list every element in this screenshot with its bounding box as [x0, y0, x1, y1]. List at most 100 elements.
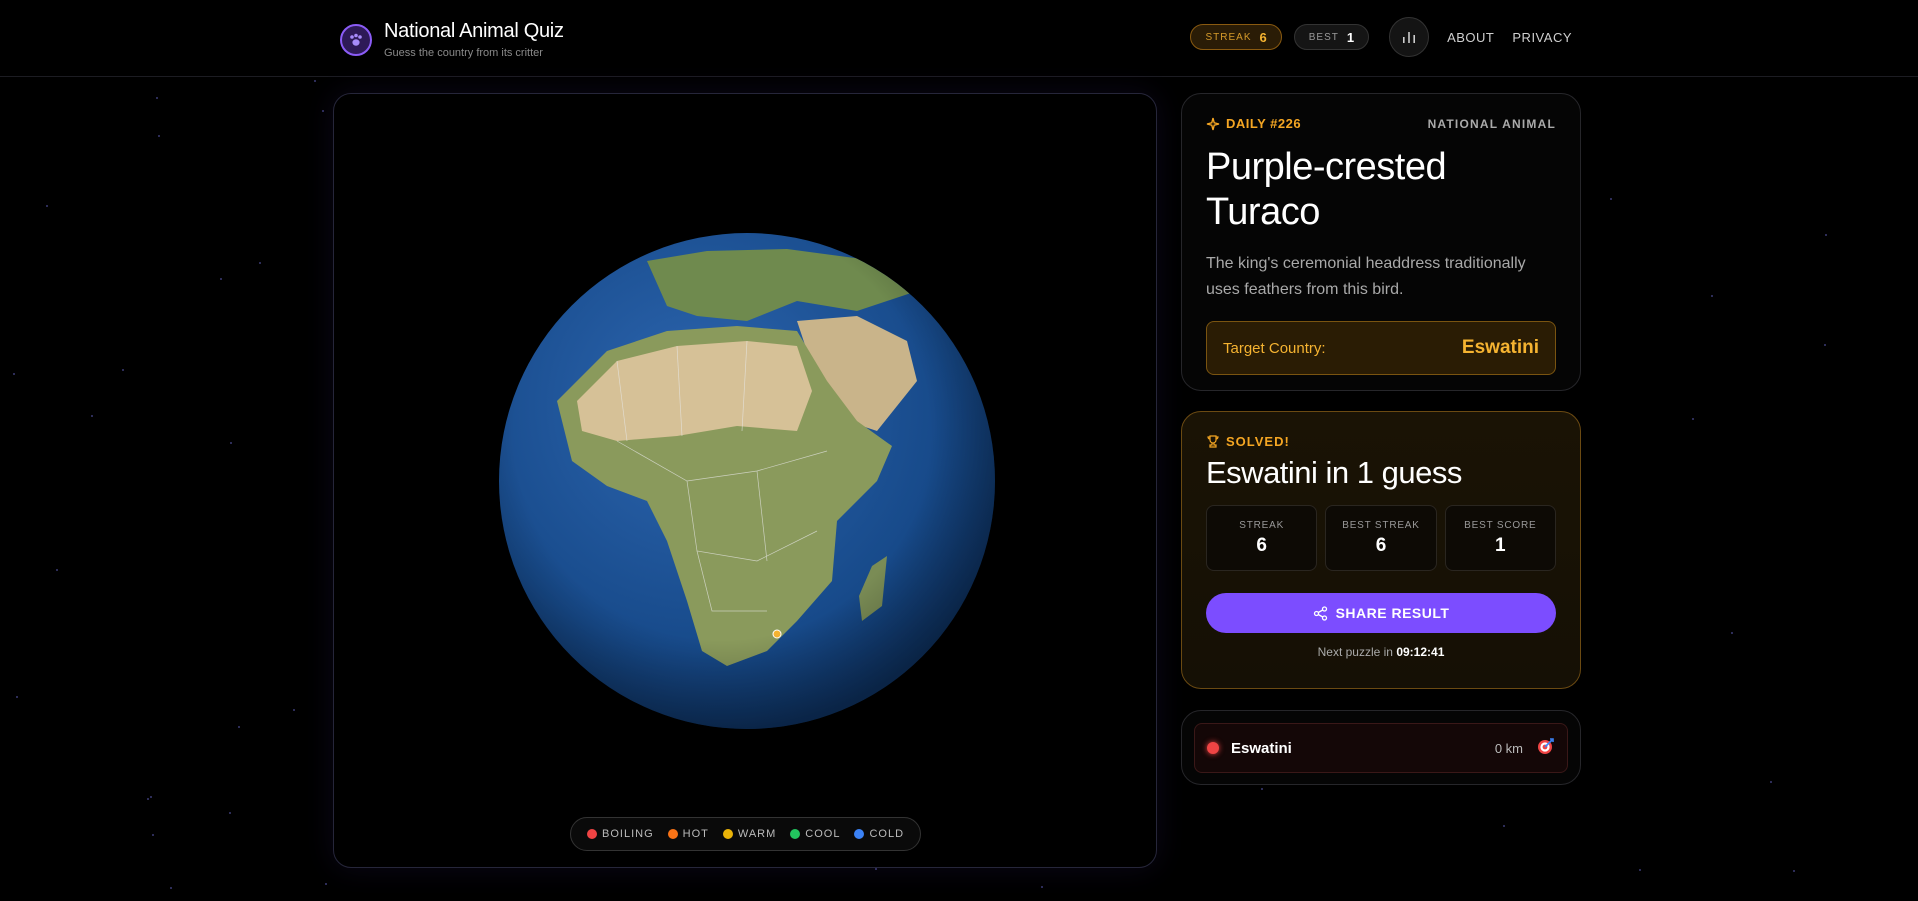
brand[interactable]: National Animal Quiz Guess the country f… [340, 20, 564, 59]
stat-streak: STREAK 6 [1206, 505, 1318, 571]
star [325, 883, 327, 885]
streak-badge-label: STREAK [1205, 31, 1252, 43]
animal-name: Purple-crested Turaco [1206, 146, 1447, 233]
star [158, 135, 160, 137]
legend-dot-icon [587, 829, 597, 839]
share-result-label: SHARE RESULT [1335, 605, 1450, 621]
daily-number: DAILY #226 [1226, 116, 1302, 131]
star [259, 262, 261, 264]
star [220, 278, 222, 280]
stat-best-streak: BEST STREAK 6 [1325, 505, 1437, 571]
nav-privacy-link[interactable]: PRIVACY [1512, 30, 1572, 45]
best-badge-value: 1 [1346, 29, 1355, 45]
stat-value: 1 [1495, 534, 1506, 556]
legend-dot-icon [854, 829, 865, 839]
top-bar: National Animal Quiz Guess the country f… [0, 0, 1918, 77]
globe-panel[interactable]: BOILING HOT WARM COOL COLD [333, 93, 1157, 868]
star [229, 812, 231, 814]
stat-label: BEST STREAK [1342, 519, 1420, 531]
result-title: Eswatini in 1 guess [1206, 455, 1462, 490]
star [238, 726, 240, 728]
next-puzzle-timer: Next puzzle in 09:12:41 [1206, 645, 1556, 659]
stat-value: 6 [1375, 534, 1387, 556]
star [1503, 825, 1505, 827]
legend-item-cool: COOL [790, 828, 840, 840]
legend-label: HOT [682, 828, 709, 840]
target-country-box: Target Country: Eswatini [1206, 321, 1556, 375]
star [147, 798, 149, 800]
animal-card: DAILY #226 NATIONAL ANIMAL Purple-creste… [1181, 93, 1581, 391]
heat-legend: BOILING HOT WARM COOL COLD [570, 817, 922, 851]
star [875, 868, 877, 870]
star [1824, 344, 1826, 346]
star [293, 709, 295, 711]
trophy-icon [1207, 434, 1219, 448]
guess-distance: 0 km [1494, 740, 1523, 756]
guess-country: Eswatini [1231, 739, 1292, 757]
stat-best-score: BEST SCORE 1 [1444, 505, 1556, 571]
daily-label: DAILY #226 [1206, 116, 1301, 131]
best-badge-label: BEST [1308, 31, 1339, 43]
streak-badge: STREAK 6 [1190, 24, 1282, 50]
guess-row: Eswatini 0 km [1194, 723, 1568, 773]
star [16, 696, 18, 698]
star [322, 110, 324, 112]
sparkle-icon [1206, 117, 1220, 130]
legend-label: COLD [869, 828, 905, 840]
nav-about-link[interactable]: ABOUT [1447, 30, 1494, 45]
star [170, 887, 172, 889]
star [1711, 295, 1713, 297]
legend-item-warm: WARM [722, 828, 777, 840]
legend-dot-icon [722, 829, 733, 839]
solved-label: SOLVED! [1226, 434, 1290, 449]
legend-item-hot: HOT [667, 828, 709, 840]
star [122, 369, 124, 371]
stat-label: BEST SCORE [1464, 519, 1537, 531]
next-puzzle-time: 09:12:41 [1396, 645, 1445, 659]
globe[interactable] [497, 231, 997, 731]
result-card: SOLVED! Eswatini in 1 guess STREAK 6 BES… [1181, 411, 1581, 689]
target-country-value: Eswatini [1461, 337, 1539, 358]
star [1731, 632, 1733, 634]
star [156, 97, 158, 99]
star [56, 569, 58, 571]
star [152, 834, 154, 836]
paw-logo-icon [340, 23, 372, 56]
star [13, 373, 15, 375]
legend-label: BOILING [602, 828, 654, 840]
legend-dot-icon [790, 829, 801, 839]
legend-label: WARM [737, 828, 777, 840]
app-subtitle: Guess the country from its critter [384, 47, 543, 59]
bullseye-icon [1537, 737, 1555, 760]
star [46, 205, 48, 207]
star [1261, 788, 1263, 790]
star [1793, 870, 1795, 872]
star [1610, 198, 1612, 200]
stats-button[interactable] [1389, 17, 1430, 57]
star [1692, 418, 1694, 420]
stat-label: STREAK [1239, 519, 1285, 531]
stats-grid: STREAK 6 BEST STREAK 6 BEST SCORE 1 [1206, 505, 1556, 571]
star [1041, 886, 1043, 888]
puzzle-kind: NATIONAL ANIMAL [1427, 116, 1556, 131]
guess-list: Eswatini 0 km [1181, 710, 1581, 785]
star [91, 415, 93, 417]
solved-status: SOLVED! [1206, 434, 1556, 449]
heat-dot-icon [1207, 742, 1219, 754]
legend-dot-icon [667, 829, 678, 839]
star [1825, 234, 1827, 236]
star [314, 80, 316, 82]
legend-item-cold: COLD [854, 828, 904, 840]
next-puzzle-prefix: Next puzzle in [1317, 645, 1393, 659]
share-result-button[interactable]: SHARE RESULT [1206, 593, 1556, 633]
star [1770, 781, 1772, 783]
stat-value: 6 [1256, 534, 1267, 556]
share-icon [1313, 605, 1327, 621]
legend-label: COOL [805, 828, 841, 840]
animal-hint: The king's ceremonial headdress traditio… [1206, 255, 1526, 298]
app-title: National Animal Quiz [384, 20, 564, 42]
streak-badge-value: 6 [1259, 29, 1267, 45]
star [150, 796, 152, 798]
bar-chart-icon [1403, 32, 1416, 43]
star [230, 442, 232, 444]
